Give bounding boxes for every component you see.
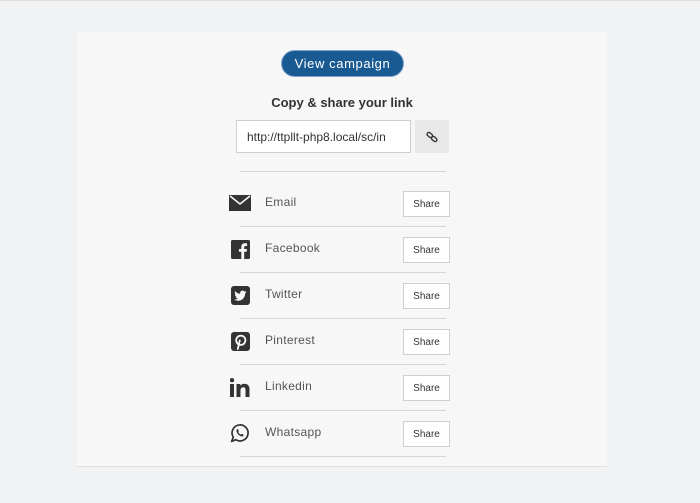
- twitter-icon: [229, 284, 251, 306]
- top-border: [0, 0, 700, 1]
- share-row-label: Twitter: [265, 287, 303, 301]
- share-row-facebook: Facebook Share: [227, 226, 452, 272]
- link-icon: [426, 131, 438, 142]
- facebook-icon: [229, 238, 251, 260]
- share-twitter-button[interactable]: Share: [403, 283, 450, 309]
- share-facebook-button[interactable]: Share: [403, 237, 450, 263]
- share-row-email: Email Share: [227, 180, 452, 226]
- share-row-twitter: Twitter Share: [227, 272, 452, 318]
- share-panel: View campaign Copy & share your link Ema…: [77, 32, 607, 467]
- linkedin-icon: [229, 376, 251, 398]
- share-row-pinterest: Pinterest Share: [227, 318, 452, 364]
- share-row-label: Linkedin: [265, 379, 313, 393]
- share-whatsapp-button[interactable]: Share: [403, 421, 450, 447]
- share-row-linkedin: Linkedin Share: [227, 364, 452, 410]
- share-email-button[interactable]: Share: [403, 191, 450, 217]
- copy-share-title: Copy & share your link: [271, 95, 413, 110]
- share-row-label: Pinterest: [265, 333, 316, 347]
- whatsapp-icon: [229, 422, 251, 444]
- divider: [240, 171, 446, 172]
- view-campaign-button[interactable]: View campaign: [281, 50, 404, 77]
- divider: [240, 456, 446, 457]
- share-row-label: Facebook: [265, 241, 321, 255]
- pinterest-icon: [229, 330, 251, 352]
- share-linkedin-button[interactable]: Share: [403, 375, 450, 401]
- copy-link-button[interactable]: [415, 120, 449, 153]
- share-row-whatsapp: Whatsapp Share: [227, 410, 452, 456]
- share-link-input[interactable]: [236, 120, 411, 153]
- email-icon: [229, 192, 251, 214]
- share-pinterest-button[interactable]: Share: [403, 329, 450, 355]
- share-row-label: Whatsapp: [265, 425, 322, 439]
- share-row-label: Email: [265, 195, 297, 209]
